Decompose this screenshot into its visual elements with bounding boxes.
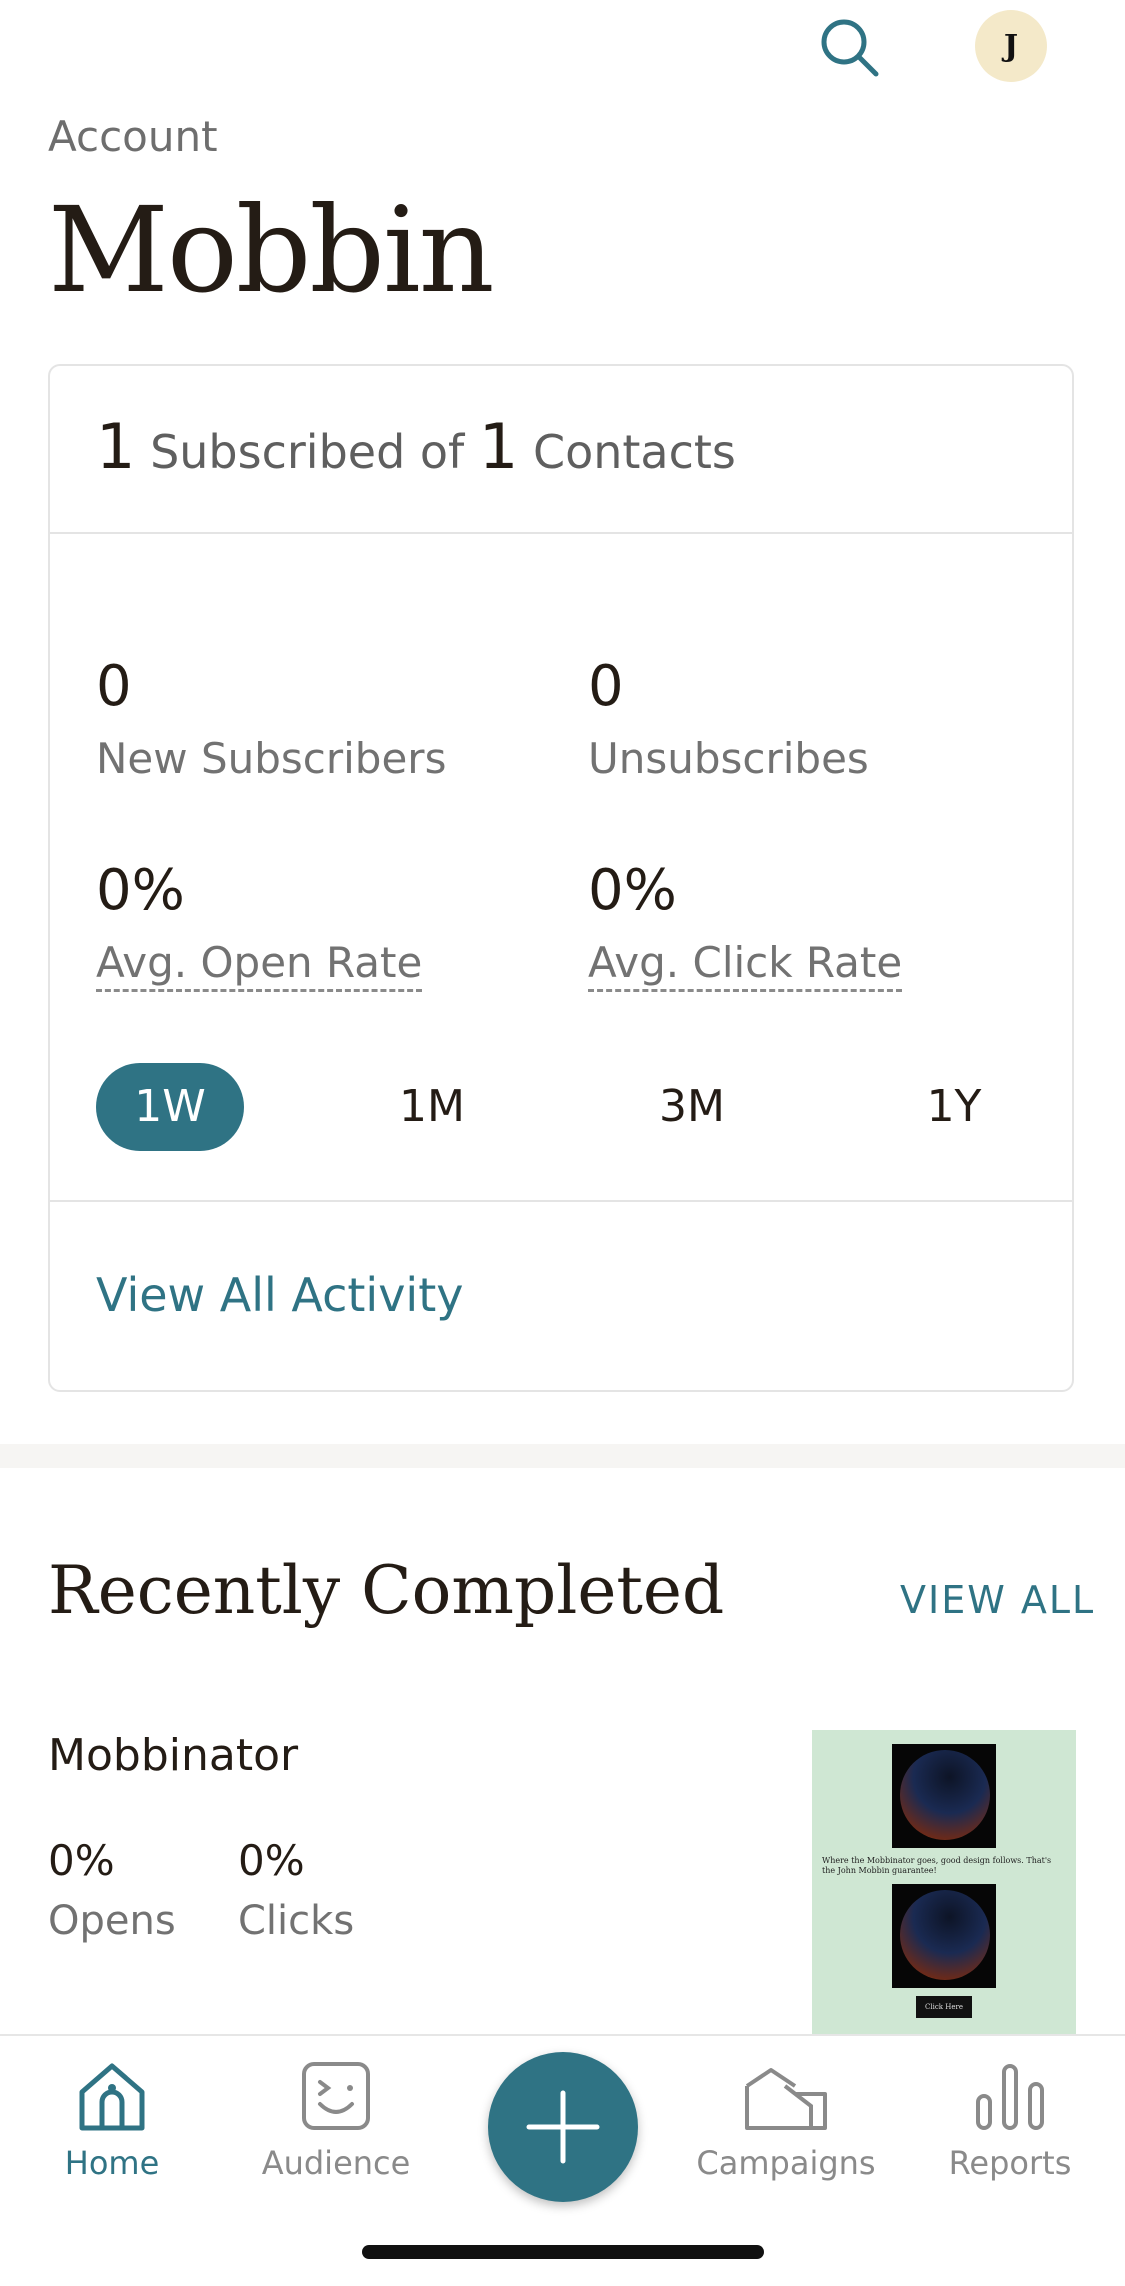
view-all-activity-link[interactable]: View All Activity bbox=[96, 1268, 463, 1322]
view-all-link[interactable]: VIEW ALL bbox=[900, 1578, 1095, 1622]
opens-label: Opens bbox=[48, 1898, 176, 1944]
nav-audience[interactable]: Audience bbox=[246, 2056, 426, 2182]
page-title: Mobbin bbox=[48, 181, 495, 319]
search-icon bbox=[821, 19, 879, 77]
audience-icon bbox=[302, 2062, 370, 2130]
nav-home[interactable]: Home bbox=[22, 2056, 202, 2182]
period-tab-1m[interactable]: 1M bbox=[362, 1063, 502, 1151]
click-rate-value: 0% bbox=[588, 858, 677, 923]
opens-value: 0% bbox=[48, 1836, 115, 1885]
campaign-thumbnail[interactable]: Where the Mobbinator goes, good design f… bbox=[812, 1730, 1076, 2034]
campaigns-icon bbox=[745, 2068, 827, 2130]
card-divider bbox=[50, 1200, 1072, 1202]
section-separator bbox=[0, 1444, 1125, 1468]
subscribed-count: 1 bbox=[96, 410, 136, 483]
new-subscribers-value: 0 bbox=[96, 654, 132, 719]
clicks-value: 0% bbox=[238, 1836, 305, 1885]
avatar[interactable]: J bbox=[975, 10, 1047, 82]
thumbnail-text: Where the Mobbinator goes, good design f… bbox=[822, 1856, 1052, 1875]
new-subscribers-label: New Subscribers bbox=[96, 734, 447, 783]
contacts-summary: 1 Subscribed of 1 Contacts bbox=[96, 410, 736, 483]
click-rate-label[interactable]: Avg. Click Rate bbox=[588, 938, 903, 992]
nav-audience-label: Audience bbox=[261, 2144, 411, 2182]
planet-image bbox=[892, 1884, 996, 1988]
planet-image bbox=[892, 1744, 996, 1848]
period-tab-1y[interactable]: 1Y bbox=[884, 1063, 1024, 1151]
nav-reports[interactable]: Reports bbox=[920, 2056, 1100, 2182]
home-indicator bbox=[362, 2245, 764, 2259]
home-icon bbox=[79, 2063, 145, 2131]
create-button[interactable] bbox=[488, 2052, 638, 2202]
nav-reports-label: Reports bbox=[948, 2144, 1072, 2182]
reports-icon bbox=[976, 2064, 1044, 2130]
click-rate-tooltip-trigger[interactable]: Avg. Click Rate bbox=[588, 938, 903, 992]
card-divider bbox=[50, 532, 1072, 534]
account-label: Account bbox=[48, 112, 218, 161]
campaign-name[interactable]: Mobbinator bbox=[48, 1730, 298, 1781]
search-button[interactable] bbox=[810, 8, 890, 88]
period-tab-3m[interactable]: 3M bbox=[622, 1063, 762, 1151]
clicks-label: Clicks bbox=[238, 1898, 355, 1944]
open-rate-tooltip-trigger[interactable]: Avg. Open Rate bbox=[96, 938, 423, 992]
unsubscribes-label: Unsubscribes bbox=[588, 734, 869, 783]
subscribed-text: Subscribed of bbox=[150, 425, 465, 479]
open-rate-value: 0% bbox=[96, 858, 185, 923]
nav-campaigns-label: Campaigns bbox=[696, 2144, 876, 2182]
nav-home-label: Home bbox=[64, 2144, 160, 2182]
contacts-count: 1 bbox=[478, 410, 519, 483]
unsubscribes-value: 0 bbox=[588, 654, 624, 719]
thumbnail-button: Click Here bbox=[916, 1996, 972, 2018]
recently-completed-heading: Recently Completed bbox=[48, 1552, 725, 1629]
nav-campaigns[interactable]: Campaigns bbox=[696, 2056, 876, 2182]
stats-card bbox=[48, 364, 1074, 1392]
open-rate-label[interactable]: Avg. Open Rate bbox=[96, 938, 423, 992]
contacts-text: Contacts bbox=[532, 425, 736, 479]
period-tab-1w[interactable]: 1W bbox=[96, 1063, 244, 1151]
plus-icon bbox=[526, 2090, 600, 2164]
